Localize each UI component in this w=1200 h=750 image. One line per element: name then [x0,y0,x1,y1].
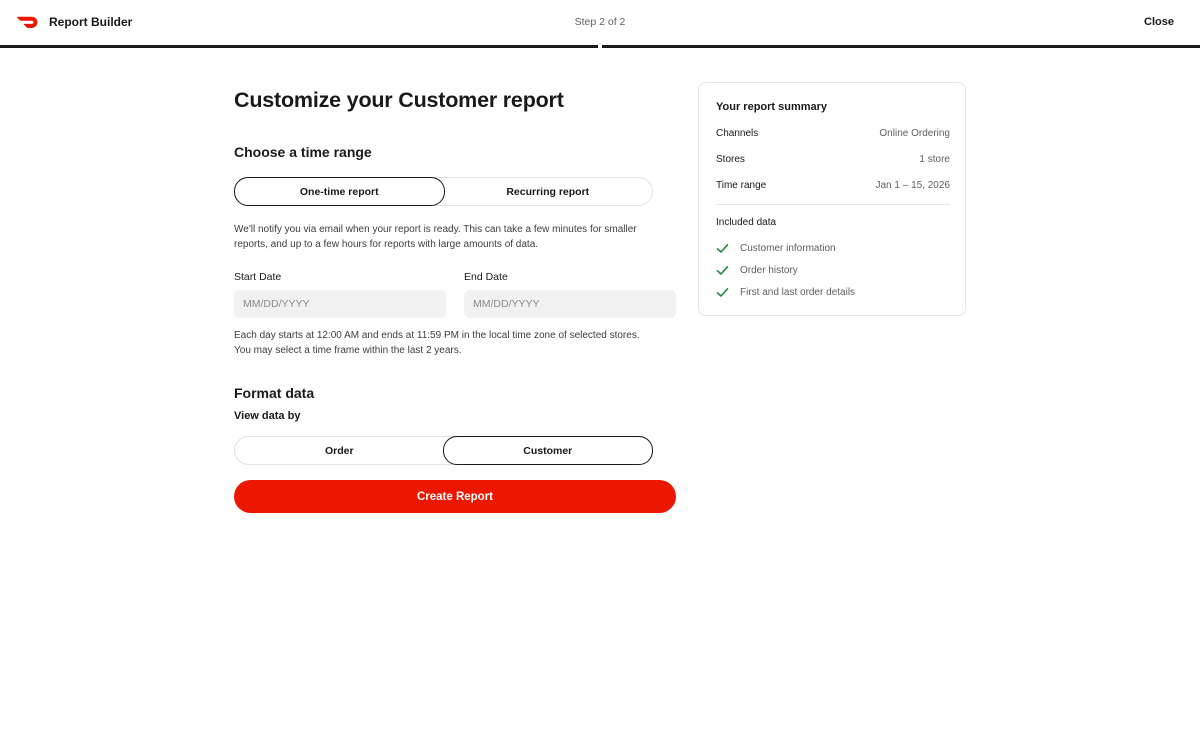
summary-value: 1 store [919,154,950,165]
included-item: Customer information [716,242,836,255]
report-type-toggle: One-time report Recurring report [234,177,653,206]
report-form: Customize your Customer report Choose a … [234,88,678,513]
summary-key: Stores [716,154,745,165]
recurring-report-option[interactable]: Recurring report [444,178,653,205]
summary-row-stores: Stores 1 store [716,154,950,165]
view-by-customer-option[interactable]: Customer [442,436,653,465]
time-frame-note-line: You may select a time frame within the l… [234,344,462,356]
view-data-toggle: Order Customer [234,436,653,465]
report-summary-card: Your report summary Channels Online Orde… [698,82,966,316]
included-item: Order history [716,264,798,277]
included-item-label: First and last order details [740,287,856,298]
time-zone-note: Each day starts at 12:00 AM and ends at … [234,329,654,358]
included-item-label: Order history [740,265,798,276]
top-bar: Report Builder Step 2 of 2 Close [0,0,1200,48]
end-date-input[interactable] [464,290,676,318]
summary-title: Your report summary [716,101,828,113]
summary-divider [716,204,950,205]
page-title: Customize your Customer report [234,88,564,112]
summary-key: Time range [716,180,767,191]
progress-segment-2 [602,45,1200,48]
view-data-by-label: View data by [234,410,301,422]
view-by-order-option[interactable]: Order [235,437,444,464]
checkmark-icon [716,266,729,275]
start-date-input[interactable] [234,290,446,318]
summary-key: Channels [716,128,759,139]
format-data-heading: Format data [234,385,315,401]
end-date-label: End Date [464,271,508,283]
checkmark-icon [716,288,729,297]
summary-value: Online Ordering [879,128,950,139]
summary-row-time-range: Time range Jan 1 – 15, 2026 [716,180,950,191]
progress-segment-1 [0,45,598,48]
included-item: First and last order details [716,286,855,299]
close-button[interactable]: Close [1144,16,1174,28]
summary-row-channels: Channels Online Ordering [716,128,950,139]
time-zone-note-line: Each day starts at 12:00 AM and ends at … [234,330,640,341]
one-time-report-option[interactable]: One-time report [234,177,445,206]
create-report-button[interactable]: Create Report [234,480,676,513]
included-data-label: Included data [716,217,777,228]
included-item-label: Customer information [740,243,836,254]
time-range-heading: Choose a time range [234,144,372,160]
checkmark-icon [716,244,729,253]
summary-value: Jan 1 – 15, 2026 [875,180,950,191]
notify-help-text: We'll notify you via email when your rep… [234,224,637,250]
start-date-label: Start Date [234,271,282,283]
step-indicator: Step 2 of 2 [574,16,626,28]
